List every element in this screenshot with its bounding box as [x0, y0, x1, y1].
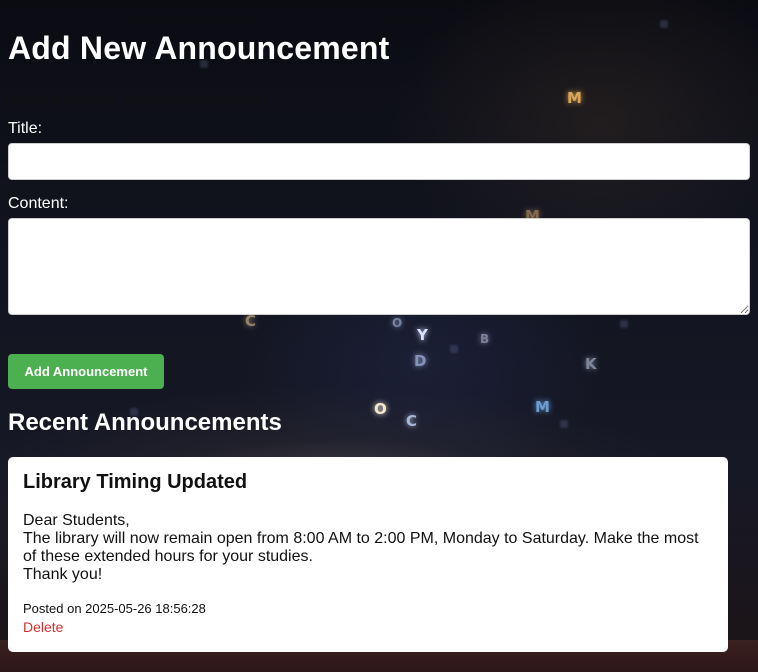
announcement-timestamp: Posted on 2025-05-26 18:56:28 — [23, 601, 206, 616]
announcement-body-line: The library will now remain open from 8:… — [23, 530, 699, 565]
page-title: Add New Announcement — [8, 30, 390, 66]
recent-announcements-heading: Recent Announcements — [8, 409, 282, 436]
announcement-title: Library Timing Updated — [23, 471, 248, 493]
content-textarea[interactable] — [8, 218, 750, 315]
delete-link[interactable]: Delete — [23, 619, 63, 635]
add-announcement-button[interactable]: Add Announcement — [8, 354, 164, 389]
content-label: Content: — [8, 195, 69, 212]
announcement-body: Dear Students, The library will now rema… — [23, 512, 713, 584]
title-label: Title: — [8, 120, 43, 137]
announcement-body-line: Thank you! — [23, 566, 103, 583]
status-message: Announcement deleted successfully! — [8, 92, 268, 109]
title-input[interactable] — [8, 143, 750, 180]
announcement-body-line: Dear Students, — [23, 512, 130, 529]
announcement-card: Library Timing Updated Dear Students, Th… — [8, 457, 728, 652]
